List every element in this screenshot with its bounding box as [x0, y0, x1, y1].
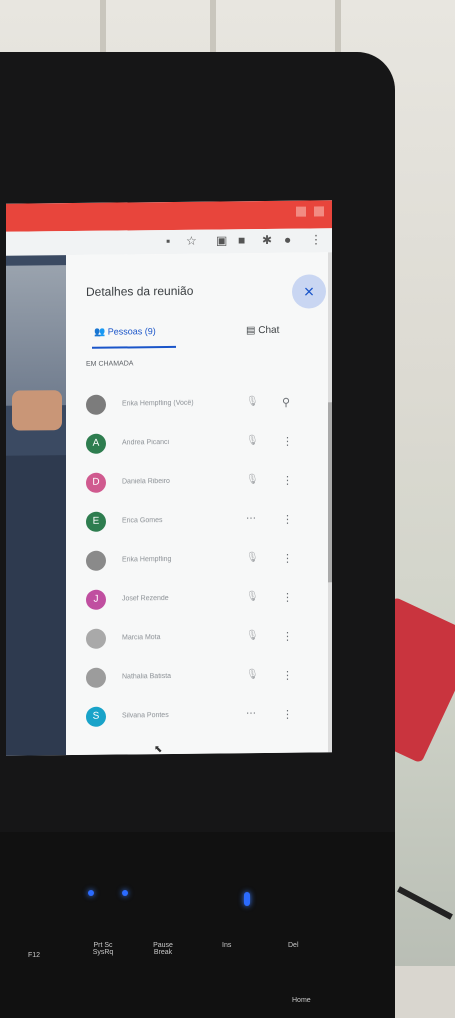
key-home[interactable]: Home: [292, 997, 311, 1004]
section-label: EM CHAMADA: [86, 360, 134, 368]
participant-row[interactable]: A Andrea Picanci 🎙 ⋮: [66, 425, 328, 464]
meeting-details-panel: Detalhes da reunião × 👥 Pessoas (9) ▤ Ch…: [66, 252, 328, 756]
participant-name: Nathalia Batista: [122, 672, 172, 681]
video-person: [12, 390, 62, 431]
more-options-icon[interactable]: ⋮: [282, 669, 293, 682]
more-options-icon[interactable]: ⋮: [282, 474, 293, 487]
mouse-cursor-icon: ⬉: [154, 744, 163, 756]
video-feed: [6, 255, 66, 756]
minimize-icon[interactable]: [296, 206, 306, 217]
tab-people[interactable]: 👥 Pessoas (9): [94, 326, 156, 338]
puzzle-icon[interactable]: ✱: [262, 233, 272, 247]
avatar: [86, 667, 106, 688]
scrollbar[interactable]: [328, 252, 332, 753]
tab-chat[interactable]: ▤ Chat: [246, 325, 279, 336]
key-ins[interactable]: Ins: [222, 942, 231, 949]
laptop-bezel: [0, 52, 395, 152]
mic-off-icon: 🎙: [246, 396, 259, 408]
avatar: D: [86, 472, 106, 493]
participant-name: Silvana Pontes: [122, 712, 169, 720]
chat-icon: ▤: [246, 325, 256, 337]
participant-row[interactable]: Erika Hempfling 🎙 ⋮: [66, 542, 328, 581]
close-icon[interactable]: ×: [292, 274, 326, 309]
people-icon: 👥: [94, 326, 106, 337]
more-options-icon[interactable]: ⋮: [282, 630, 293, 643]
tab-people-label: Pessoas (9): [107, 326, 156, 337]
avatar: [86, 394, 106, 415]
more-options-icon[interactable]: ⋮: [282, 591, 293, 604]
avatar: [86, 550, 106, 571]
participant-name: Erika Hempfling: [122, 555, 172, 564]
browser-tab-bar: [6, 200, 332, 232]
avatar: S: [86, 706, 106, 727]
participant-name: Erica Gomes: [122, 517, 163, 525]
extension-icon[interactable]: ▣: [216, 233, 227, 247]
browser-toolbar: ▪ ☆ ▣ ■ ✱ ● ⋮: [6, 228, 332, 256]
laptop: ▪ ☆ ▣ ■ ✱ ● ⋮ Detalhes da reunião × 👥 Pe…: [0, 52, 395, 1018]
mic-off-icon: 🎙: [246, 552, 259, 564]
mic-off-icon: 🎙: [246, 591, 259, 603]
power-led: [244, 892, 250, 906]
participant-name: Josef Rezende: [122, 595, 169, 603]
mic-off-icon: 🎙: [246, 474, 259, 486]
participant-row[interactable]: S Silvana Pontes ⋯ ⋮: [66, 698, 328, 737]
avatar-icon[interactable]: ●: [284, 233, 291, 247]
participant-row[interactable]: J Josef Rezende 🎙 ⋮: [66, 581, 328, 620]
avatar: [86, 628, 106, 649]
key-pause[interactable]: Pause Break: [146, 942, 180, 956]
speaking-icon: ⋯: [246, 513, 256, 525]
pin-icon[interactable]: ⚲: [282, 396, 290, 409]
scrollbar-thumb[interactable]: [328, 402, 332, 583]
key-f12[interactable]: F12: [28, 952, 40, 959]
menu-icon[interactable]: ⋮: [310, 232, 322, 246]
active-tab-indicator: [92, 345, 176, 349]
indicator-led: [122, 890, 128, 896]
mic-off-icon: 🎙: [246, 435, 259, 447]
avatar: J: [86, 589, 106, 610]
video-shadow: [6, 455, 66, 756]
more-options-icon[interactable]: ⋮: [282, 435, 293, 448]
key-prtsc[interactable]: Prt Sc SysRq: [86, 942, 120, 956]
more-options-icon[interactable]: ⋮: [282, 552, 293, 565]
avatar: E: [86, 511, 106, 532]
more-options-icon[interactable]: ⋮: [282, 708, 293, 721]
camera-icon[interactable]: ▪: [166, 234, 170, 248]
extension-icon[interactable]: ■: [238, 233, 245, 247]
close-window-icon[interactable]: [314, 206, 324, 217]
video-background: [6, 265, 66, 406]
participant-name: Daniela Ribeiro: [122, 477, 170, 486]
tab-chat-label: Chat: [258, 324, 280, 337]
mic-off-icon: 🎙: [246, 669, 259, 681]
participant-name: Marcia Mota: [122, 634, 161, 642]
more-options-icon[interactable]: ⋮: [282, 513, 293, 526]
participant-row[interactable]: D Daniela Ribeiro 🎙 ⋮: [66, 464, 328, 503]
participant-row[interactable]: E Erica Gomes ⋯ ⋮: [66, 503, 328, 542]
key-del[interactable]: Del: [288, 942, 299, 949]
laptop-screen: ▪ ☆ ▣ ■ ✱ ● ⋮ Detalhes da reunião × 👥 Pe…: [6, 200, 332, 756]
participant-row[interactable]: Erika Hempfling (Você) 🎙 ⚲: [66, 386, 328, 425]
speaking-icon: ⋯: [246, 708, 256, 720]
participant-row[interactable]: Nathalia Batista 🎙 ⋮: [66, 659, 328, 698]
avatar: A: [86, 433, 106, 454]
panel-title: Detalhes da reunião: [86, 283, 194, 299]
participant-name: Andrea Picanci: [122, 438, 170, 447]
mic-off-icon: 🎙: [246, 630, 259, 642]
participant-row[interactable]: Marcia Mota 🎙 ⋮: [66, 620, 328, 659]
keyboard: F12 Prt Sc SysRq Pause Break Ins Del Hom…: [0, 832, 395, 1018]
indicator-led: [88, 890, 94, 896]
star-icon[interactable]: ☆: [186, 234, 197, 248]
participant-name: Erika Hempfling (Você): [122, 399, 194, 408]
